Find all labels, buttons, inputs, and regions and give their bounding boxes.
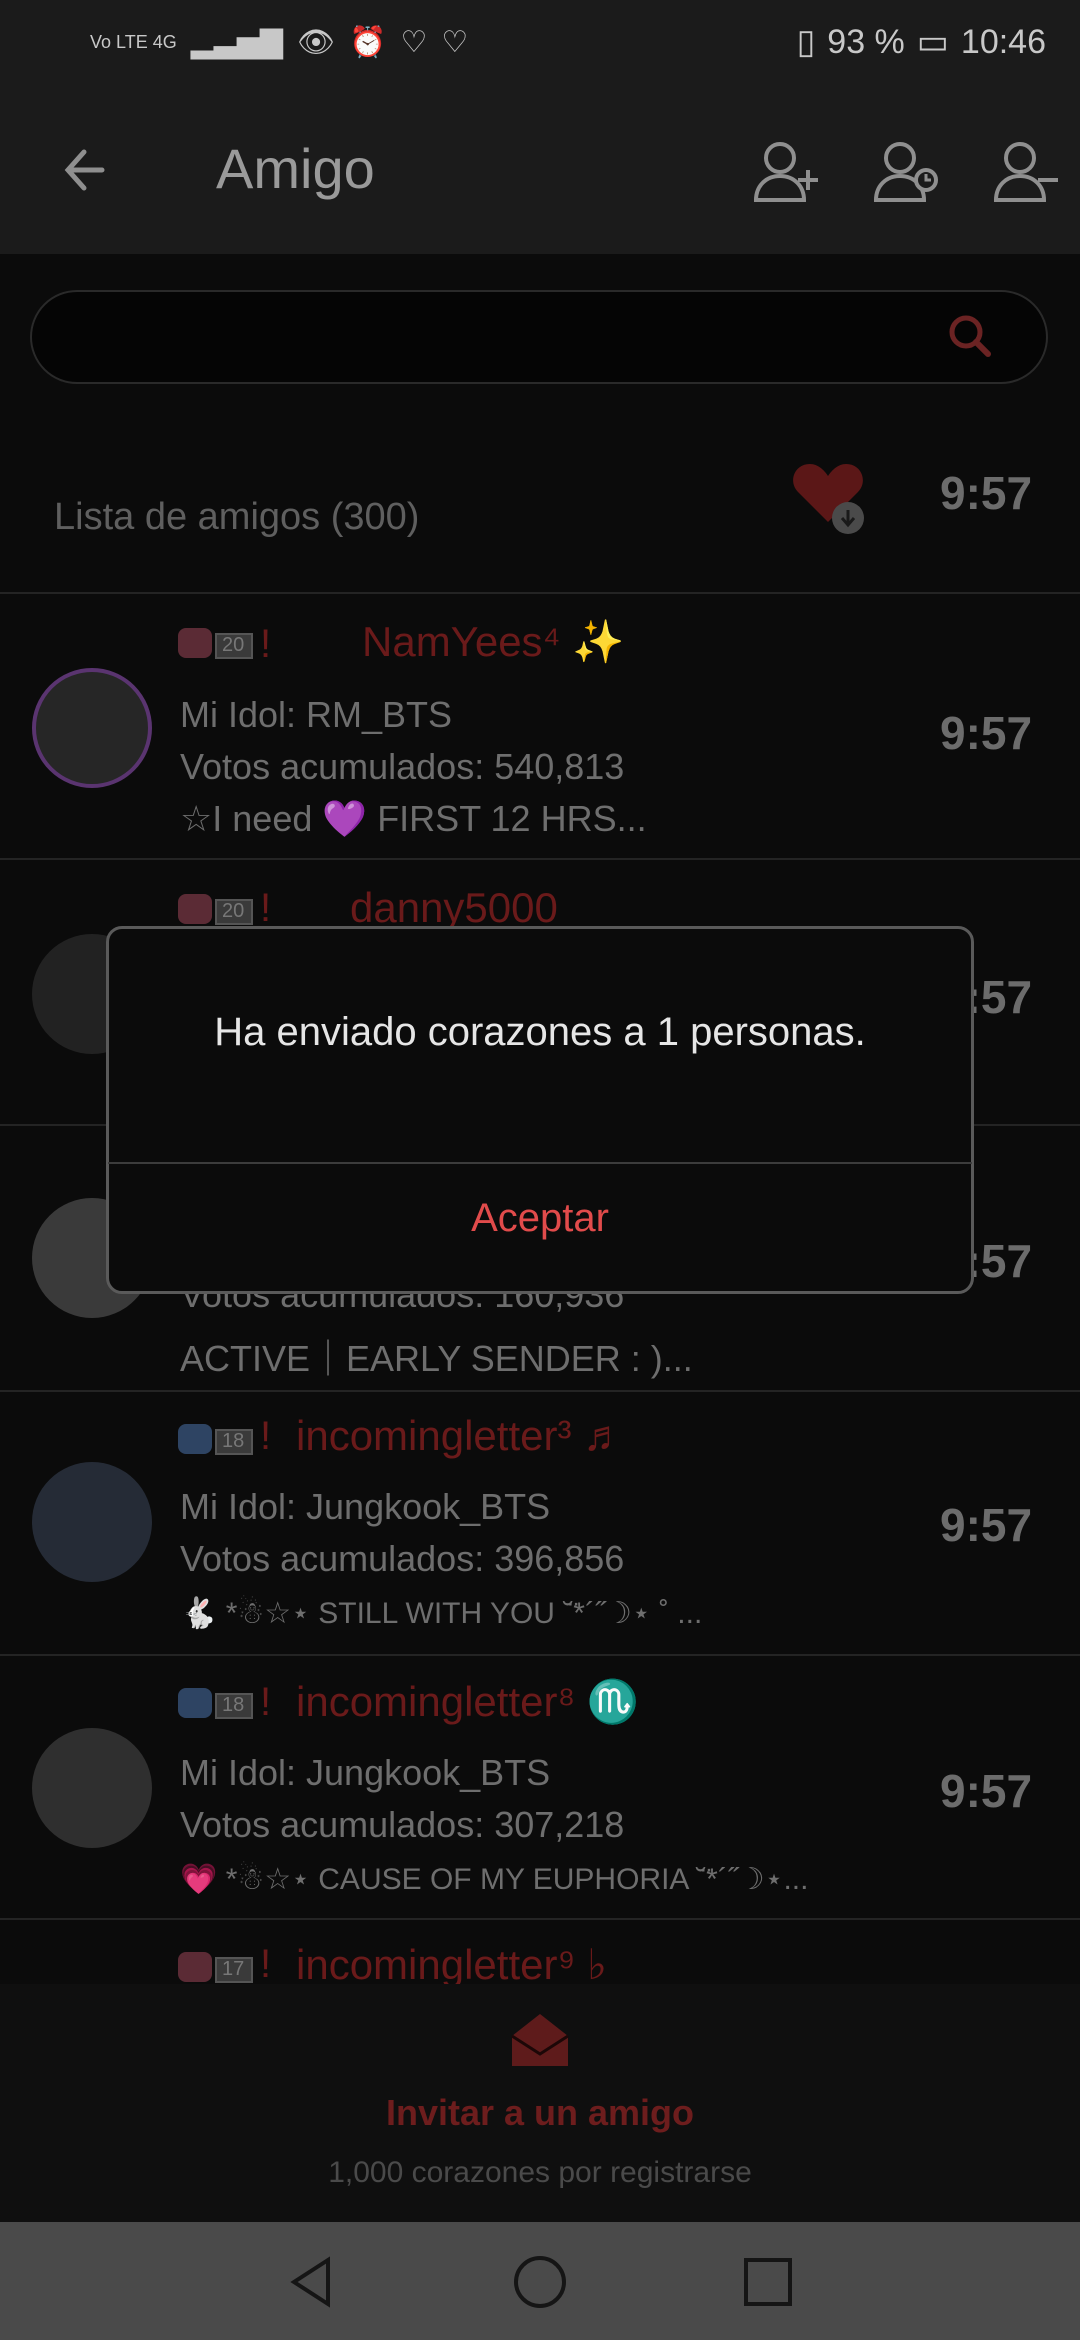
nav-recents-icon[interactable] bbox=[740, 2254, 796, 2310]
level-badge: 18 bbox=[178, 1682, 254, 1722]
clock-time: 10:46 bbox=[960, 22, 1046, 61]
battery-icon: ▭ bbox=[916, 23, 949, 61]
level-badge: 20 bbox=[178, 622, 254, 662]
friends-list-label: Lista de amigos (300) bbox=[54, 496, 420, 538]
nav-home-icon[interactable] bbox=[510, 2252, 570, 2312]
accept-button[interactable]: Aceptar bbox=[106, 1196, 974, 1241]
level-badge: 17 bbox=[178, 1946, 254, 1986]
nav-back-icon[interactable] bbox=[284, 2254, 340, 2310]
back-arrow-icon[interactable] bbox=[56, 140, 116, 200]
add-friend-icon[interactable] bbox=[752, 138, 822, 208]
heart-icon-1: ♡ bbox=[400, 25, 428, 59]
status-text: 🐇 *☃☆⋆ STILL WITH YOU ˘̈*´˝☽⋆ ˚ ... bbox=[180, 1597, 703, 1630]
page-title: Amigo bbox=[216, 137, 375, 200]
dialog-message: Ha enviado corazones a 1 personas. bbox=[214, 1010, 866, 1054]
battery-percent: 93 % bbox=[827, 22, 905, 61]
eye-icon: 👁 bbox=[297, 25, 336, 59]
level-number: 20 bbox=[222, 634, 245, 656]
friend-name[interactable]: danny5000 bbox=[350, 884, 558, 932]
heart-download-icon[interactable] bbox=[788, 456, 868, 536]
envelope-icon[interactable] bbox=[508, 2008, 572, 2072]
exclaim-icon: ! bbox=[260, 1680, 272, 1724]
dialog-divider bbox=[108, 1162, 972, 1164]
status-right: ▯ 93 % ▭ 10:46 bbox=[797, 20, 1046, 64]
exclaim-icon: ! bbox=[260, 1942, 272, 1986]
invite-friend-button[interactable]: Invitar a un amigo bbox=[0, 2092, 1080, 2134]
friend-name[interactable]: incomingletter³ ♬ bbox=[296, 1412, 625, 1460]
idol-text: Mi Idol: RM_BTS bbox=[180, 694, 453, 735]
exclaim-icon: ! bbox=[260, 622, 272, 666]
level-number: 20 bbox=[222, 900, 245, 922]
level-number: 18 bbox=[222, 1430, 245, 1452]
avatar[interactable] bbox=[32, 1728, 152, 1848]
friends-time: 9:57 bbox=[940, 467, 1033, 519]
row-time: 9:57 bbox=[940, 707, 1033, 759]
avatar[interactable] bbox=[32, 1462, 152, 1582]
alarm-icon: ⏰ bbox=[349, 25, 387, 59]
heart-icon-2: ♡ bbox=[441, 25, 469, 59]
exclaim-icon: ! bbox=[260, 1414, 272, 1458]
level-number: 17 bbox=[222, 1958, 245, 1980]
idol-text: Mi Idol: Jungkook_BTS bbox=[180, 1486, 551, 1527]
votes-text: Votos acumulados: 540,813 bbox=[180, 746, 625, 787]
status-text: ☆I need 💜 FIRST 12 HRS... bbox=[180, 798, 647, 839]
friend-name[interactable]: NamYees⁴ ✨ bbox=[362, 618, 625, 667]
level-badge: 18 bbox=[178, 1418, 254, 1458]
exclaim-icon: ! bbox=[260, 886, 272, 930]
network-text: Vo LTE 4G bbox=[90, 32, 177, 52]
row-time: 9:57 bbox=[940, 1765, 1033, 1817]
row-time: 9:57 bbox=[940, 1499, 1033, 1551]
friend-name[interactable]: incomingletter⁸ ♏ bbox=[296, 1678, 639, 1727]
status-text: ACTIVE｜EARLY SENDER : )... bbox=[180, 1338, 693, 1379]
level-badge: 20 bbox=[178, 888, 254, 928]
search-icon[interactable] bbox=[944, 310, 996, 362]
registration-reward-text: 1,000 corazones por registrarse bbox=[328, 2156, 752, 2189]
level-number: 18 bbox=[222, 1694, 245, 1716]
votes-text: Votos acumulados: 396,856 bbox=[180, 1538, 625, 1579]
status-left: Vo LTE 4G ▂▃▅▇ 👁 ⏰ ♡ ♡ bbox=[90, 20, 468, 64]
search-input[interactable] bbox=[30, 290, 1048, 384]
idol-text: Mi Idol: Jungkook_BTS bbox=[180, 1752, 551, 1793]
friend-requests-icon[interactable] bbox=[872, 138, 942, 208]
remove-friend-icon[interactable] bbox=[992, 138, 1062, 208]
votes-text: Votos acumulados: 307,218 bbox=[180, 1804, 625, 1845]
signal-icon: ▂▃▅▇ bbox=[190, 25, 284, 59]
friend-name[interactable]: incomingletter⁹ ♭ bbox=[296, 1940, 607, 1989]
status-text: 💗 *☃☆⋆ CAUSE OF MY EUPHORIA ˘̈*´˝☽⋆... bbox=[180, 1863, 809, 1896]
vibrate-icon: ▯ bbox=[796, 23, 816, 61]
avatar[interactable] bbox=[32, 668, 152, 788]
